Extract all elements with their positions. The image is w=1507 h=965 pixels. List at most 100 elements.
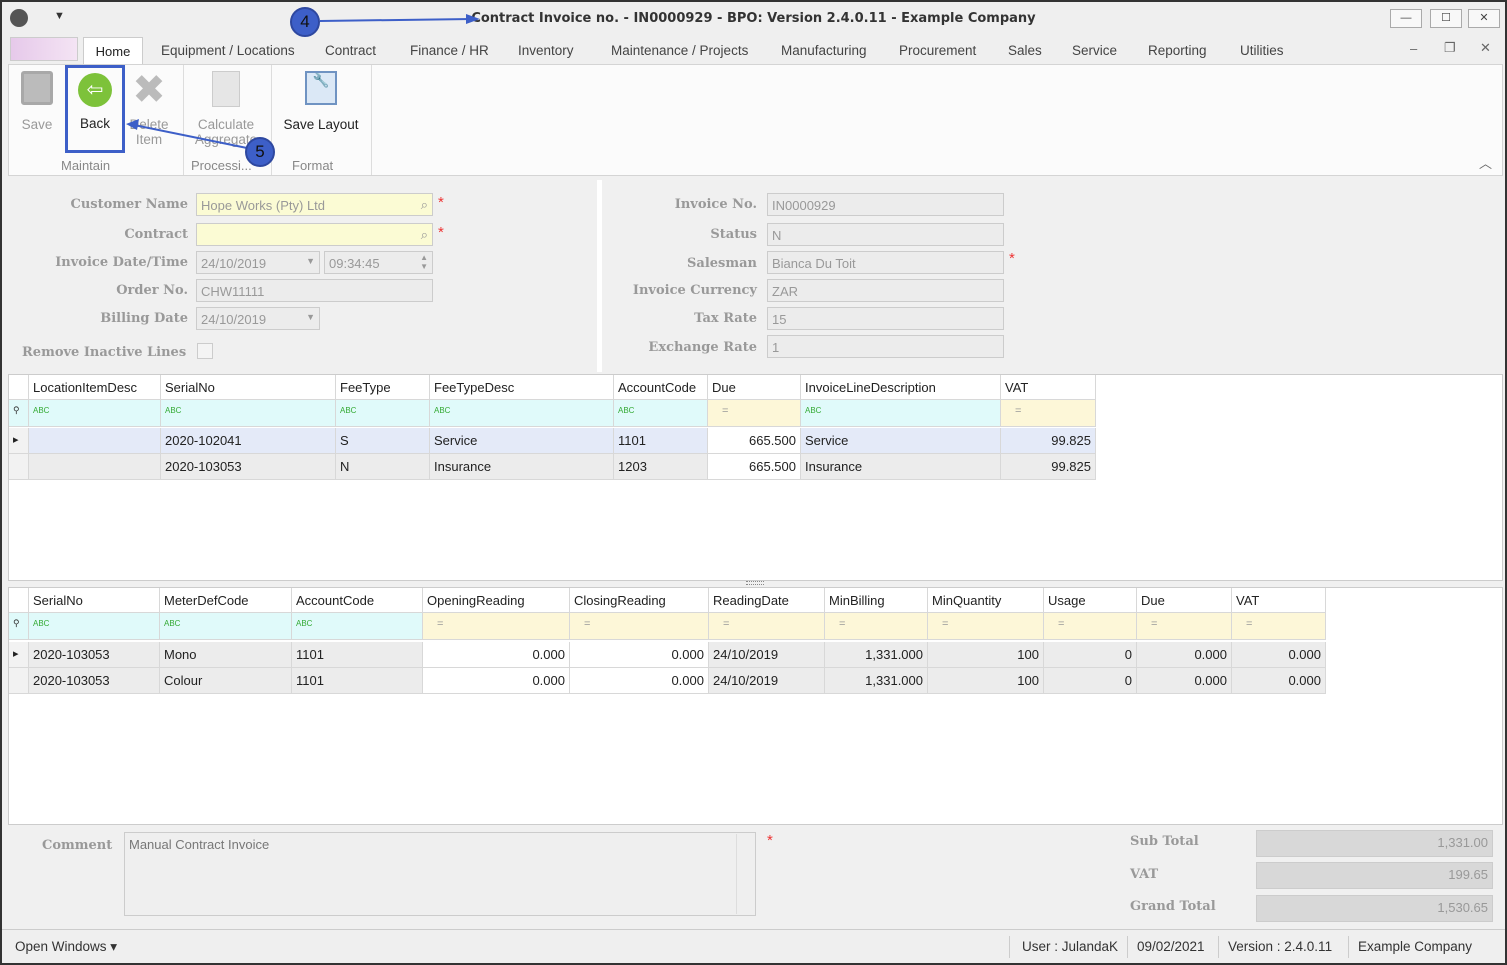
filter-cell[interactable]: = bbox=[825, 613, 928, 640]
filter-cell[interactable]: = bbox=[1044, 613, 1137, 640]
filter-cell[interactable]: = bbox=[709, 613, 825, 640]
table-cell[interactable]: 1101 bbox=[292, 642, 423, 668]
currency-field[interactable]: ZAR bbox=[767, 279, 1004, 302]
filter-cell[interactable]: = bbox=[708, 400, 801, 427]
column-header[interactable]: AccountCode bbox=[614, 375, 708, 400]
filter-pin-icon[interactable]: ⚲ bbox=[9, 400, 29, 427]
table-cell[interactable]: 0.000 bbox=[1137, 668, 1232, 694]
table-cell[interactable]: 2020-102041 bbox=[161, 428, 336, 454]
row-indicator[interactable] bbox=[9, 454, 29, 480]
remove-inactive-checkbox[interactable] bbox=[197, 343, 213, 359]
column-header[interactable]: FeeType bbox=[336, 375, 430, 400]
column-header[interactable]: MinQuantity bbox=[928, 588, 1044, 613]
table-cell[interactable]: 100 bbox=[928, 642, 1044, 668]
table-cell[interactable]: Service bbox=[801, 428, 1001, 454]
table-cell[interactable]: 2020-103053 bbox=[29, 668, 160, 694]
lookup-search-icon[interactable]: ⌕ bbox=[421, 197, 428, 213]
column-header[interactable]: FeeTypeDesc bbox=[430, 375, 614, 400]
column-header[interactable]: MinBilling bbox=[825, 588, 928, 613]
filter-pin-icon[interactable]: ⚲ bbox=[9, 613, 29, 640]
filter-cell[interactable]: = bbox=[423, 613, 570, 640]
column-header[interactable]: OpeningReading bbox=[423, 588, 570, 613]
column-header[interactable]: Usage bbox=[1044, 588, 1137, 613]
column-header[interactable]: LocationItemDesc bbox=[29, 375, 161, 400]
open-windows-menu[interactable]: Open Windows ▾ bbox=[15, 939, 117, 955]
table-cell[interactable]: 99.825 bbox=[1001, 454, 1096, 480]
table-cell[interactable]: 99.825 bbox=[1001, 428, 1096, 454]
table-cell[interactable]: Insurance bbox=[430, 454, 614, 480]
table-cell[interactable]: 0 bbox=[1044, 668, 1137, 694]
table-cell[interactable]: 0.000 bbox=[570, 668, 709, 694]
column-header[interactable]: VAT bbox=[1232, 588, 1326, 613]
filter-cell[interactable]: ABC bbox=[29, 613, 160, 640]
table-cell[interactable]: Mono bbox=[160, 642, 292, 668]
comment-scrollbar[interactable] bbox=[736, 834, 754, 914]
filter-cell[interactable]: ABC bbox=[292, 613, 423, 640]
filter-cell[interactable]: ABC bbox=[801, 400, 1001, 427]
spin-icon[interactable]: ▲ ▼ bbox=[420, 253, 428, 271]
column-header[interactable]: ClosingReading bbox=[570, 588, 709, 613]
filter-cell[interactable]: = bbox=[1232, 613, 1326, 640]
table-cell[interactable]: Service bbox=[430, 428, 614, 454]
table-cell[interactable]: Colour bbox=[160, 668, 292, 694]
status-field[interactable]: N bbox=[767, 223, 1004, 246]
invoice-date-field[interactable]: 24/10/2019 ▼ bbox=[196, 251, 320, 274]
table-cell[interactable]: 0.000 bbox=[423, 642, 570, 668]
salesman-field[interactable]: Bianca Du Toit bbox=[767, 251, 1004, 274]
invoice-no-field[interactable]: IN0000929 bbox=[767, 193, 1004, 216]
column-header[interactable]: InvoiceLineDescription bbox=[801, 375, 1001, 400]
table-cell[interactable]: 1,331.000 bbox=[825, 668, 928, 694]
meter-readings-grid[interactable]: ⚲ SerialNo ABC MeterDefCode ABC AccountCode AB… bbox=[8, 587, 1503, 825]
filter-cell[interactable]: = bbox=[1137, 613, 1232, 640]
lookup-search-icon[interactable]: ⌕ bbox=[421, 227, 428, 243]
table-cell[interactable]: 100 bbox=[928, 668, 1044, 694]
table-cell[interactable]: 665.500 bbox=[708, 454, 801, 480]
table-cell[interactable]: 0.000 bbox=[1137, 642, 1232, 668]
column-header[interactable]: ReadingDate bbox=[709, 588, 825, 613]
invoice-lines-grid[interactable]: ⚲ LocationItemDesc ABC SerialNo ABC FeeType AB… bbox=[8, 374, 1503, 581]
table-cell[interactable]: 24/10/2019 bbox=[709, 668, 825, 694]
column-header[interactable]: VAT bbox=[1001, 375, 1096, 400]
column-header[interactable]: SerialNo bbox=[161, 375, 336, 400]
filter-cell[interactable]: ABC bbox=[336, 400, 430, 427]
dropdown-icon[interactable]: ▼ bbox=[306, 312, 315, 322]
table-cell[interactable]: 1101 bbox=[292, 668, 423, 694]
filter-cell[interactable]: = bbox=[570, 613, 709, 640]
table-cell[interactable]: 1101 bbox=[614, 428, 708, 454]
filter-cell[interactable]: ABC bbox=[29, 400, 161, 427]
table-cell[interactable]: 2020-103053 bbox=[29, 642, 160, 668]
table-cell[interactable]: 0.000 bbox=[1232, 668, 1326, 694]
column-header[interactable]: MeterDefCode bbox=[160, 588, 292, 613]
row-indicator[interactable] bbox=[9, 668, 29, 694]
filter-cell[interactable]: ABC bbox=[614, 400, 708, 427]
column-header[interactable]: Due bbox=[708, 375, 801, 400]
column-header[interactable]: AccountCode bbox=[292, 588, 423, 613]
filter-cell[interactable]: = bbox=[928, 613, 1044, 640]
table-cell[interactable]: 1,331.000 bbox=[825, 642, 928, 668]
billing-date-field[interactable]: 24/10/2019 ▼ bbox=[196, 307, 320, 330]
row-indicator[interactable]: ▸ bbox=[9, 642, 29, 668]
table-cell[interactable] bbox=[29, 454, 161, 480]
table-cell[interactable]: 0.000 bbox=[570, 642, 709, 668]
table-cell[interactable]: 2020-103053 bbox=[161, 454, 336, 480]
table-cell[interactable]: 0 bbox=[1044, 642, 1137, 668]
customer-name-field[interactable]: Hope Works (Pty) Ltd ⌕ bbox=[196, 193, 433, 216]
column-header[interactable]: SerialNo bbox=[29, 588, 160, 613]
table-cell[interactable]: 24/10/2019 bbox=[709, 642, 825, 668]
table-cell[interactable]: 0.000 bbox=[423, 668, 570, 694]
column-header[interactable]: Due bbox=[1137, 588, 1232, 613]
table-cell[interactable]: 1203 bbox=[614, 454, 708, 480]
invoice-time-field[interactable]: 09:34:45 ▲ ▼ bbox=[324, 251, 433, 274]
table-cell[interactable] bbox=[29, 428, 161, 454]
exchange-rate-field[interactable]: 1 bbox=[767, 335, 1004, 358]
filter-cell[interactable]: ABC bbox=[160, 613, 292, 640]
contract-field[interactable]: ⌕ bbox=[196, 223, 433, 246]
dropdown-icon[interactable]: ▼ bbox=[306, 256, 315, 266]
comment-textarea[interactable]: Manual Contract Invoice bbox=[124, 832, 756, 916]
filter-cell[interactable]: ABC bbox=[161, 400, 336, 427]
table-cell[interactable]: N bbox=[336, 454, 430, 480]
table-cell[interactable]: 665.500 bbox=[708, 428, 801, 454]
row-indicator[interactable]: ▸ bbox=[9, 428, 29, 454]
tax-rate-field[interactable]: 15 bbox=[767, 307, 1004, 330]
grid-splitter[interactable] bbox=[746, 581, 764, 585]
